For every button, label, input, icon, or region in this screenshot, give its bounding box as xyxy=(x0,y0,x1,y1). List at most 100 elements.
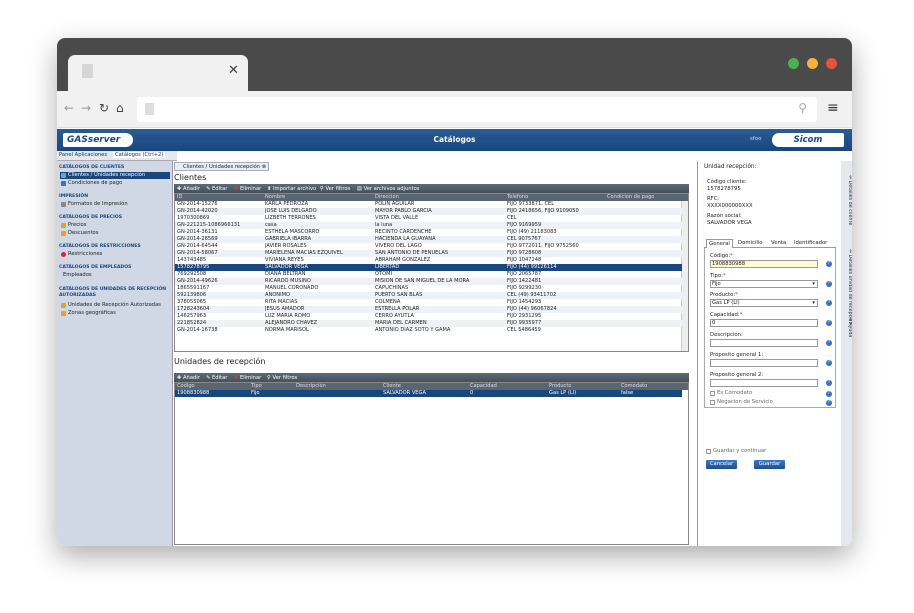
col-direccion[interactable]: Dirección xyxy=(375,194,399,201)
sidebar-item-clientes[interactable]: Clientes / Unidades recepción xyxy=(60,172,170,179)
sidebar-item-formatos[interactable]: Formatos de Impresión xyxy=(60,201,170,208)
clients-row[interactable]: 1728243604 JESUS AMADOR ESTRELLA POLAR FIJO… xyxy=(175,306,682,313)
forward-icon[interactable]: → xyxy=(81,101,91,115)
col-descripcion[interactable]: Descripción xyxy=(296,383,326,390)
reload-icon[interactable]: ↻ xyxy=(99,101,109,115)
col-id[interactable]: ID xyxy=(177,194,182,201)
clients-row[interactable]: 769292508 DIANA BELTRAN OTOMI FIJO 2065787 xyxy=(175,271,682,278)
clients-row[interactable]: 592139806 ANONIMO PUERTO SAN BLAS CEL (49) … xyxy=(175,292,682,299)
edit-button[interactable]: ✎ Editar xyxy=(206,186,227,192)
clients-row[interactable]: 143743485 VIVIANA REYES ABRAHAM GONZALEZ FI… xyxy=(175,257,682,264)
tab-ayuda[interactable]: ⇔ Ayuda xyxy=(844,317,852,337)
help-icon[interactable]: ? xyxy=(826,300,832,306)
col-producto[interactable]: Producto xyxy=(549,383,571,390)
add-unit-button[interactable]: ✚ Añadir xyxy=(177,375,200,381)
add-button[interactable]: ✚ Añadir xyxy=(177,186,200,192)
pg1-input[interactable] xyxy=(710,359,818,367)
sidebar-item-unidades[interactable]: Unidades de Recepción Autorizadas xyxy=(60,302,170,309)
clients-row[interactable]: GN-2014-15276 KARLA PEDROZA POLIN AGUILAR F… xyxy=(175,201,682,208)
clients-row[interactable]: 1970300869 LIZBETH TERRONES VISTA DEL VALL… xyxy=(175,215,682,222)
window-dot-yellow-icon[interactable] xyxy=(807,58,818,69)
tipo-select[interactable]: Fijo ▾ xyxy=(710,280,818,288)
browser-tab[interactable]: ✕ xyxy=(68,55,248,91)
clients-row[interactable]: 146257963 LUZ MARIA ROMO CERRO AYUTLA FIJO … xyxy=(175,313,682,320)
col-condicion[interactable]: Condición de pago xyxy=(607,194,654,201)
help-icon[interactable]: ? xyxy=(826,391,832,397)
clients-header: ID Nombre Dirección Teléfono Condición d… xyxy=(175,194,688,201)
cancel-button[interactable]: Cancelar xyxy=(706,460,737,469)
capacidad-input[interactable]: 0 xyxy=(710,319,818,327)
clients-row[interactable]: 378055065 RITA MACIAS COLMENA FIJO 1454293 xyxy=(175,299,682,306)
units-row[interactable]: 1908830988 Fijo SALVADOR VEGA 0 Gas LP (LI) f… xyxy=(175,390,682,397)
clients-row[interactable]: GN-2014-16738 NORMA MARISOL ANTONIO DIAZ S… xyxy=(175,327,682,334)
col-tipo[interactable]: Tipo xyxy=(251,383,262,390)
guardar-continuar-checkbox[interactable] xyxy=(706,449,711,454)
col-telefono[interactable]: Teléfono xyxy=(507,194,528,201)
close-tab-icon[interactable]: ✕ xyxy=(228,63,239,78)
tab-domicilio[interactable]: Domicilio xyxy=(736,239,765,248)
help-icon[interactable]: ? xyxy=(826,380,832,386)
edit-unit-button[interactable]: ✎ Editar xyxy=(206,375,227,381)
descripcion-input[interactable] xyxy=(710,339,818,347)
tab-catalogos[interactable]: Catálogos (Ctrl+2) xyxy=(113,152,166,158)
delete-unit-button[interactable]: ✖ Eliminar xyxy=(234,375,261,381)
sidebar-item-descuentos[interactable]: Descuentos xyxy=(60,230,170,237)
menu-icon[interactable]: ≡ xyxy=(827,100,839,116)
tab-detalles-cliente[interactable]: ⇔ Detalles de cliente xyxy=(844,175,852,225)
user-menu[interactable]: sfoo xyxy=(750,136,762,142)
clients-row[interactable]: 1865591167 MANUEL CORONADO CAPUCHINAS FIJO … xyxy=(175,285,682,292)
tab-venta[interactable]: Venta xyxy=(769,239,788,248)
save-button[interactable]: Guardar xyxy=(754,460,785,469)
clients-row[interactable]: 1578278795 SALVADOR VEGA LIBERTAD FIJO (44)… xyxy=(175,264,682,271)
clients-row[interactable]: GN-2014-58067 MARIELENA MACIAS EZQUIVEL SA… xyxy=(175,250,682,257)
clients-row[interactable]: GN-2014-49626 RICARDO MUSIÑO MISION DE SAN… xyxy=(175,278,682,285)
scrollbar[interactable] xyxy=(681,201,688,351)
import-button[interactable]: ⬆ Importar archivo xyxy=(267,186,316,192)
help-icon[interactable]: ? xyxy=(826,400,832,406)
clients-row[interactable]: 221852824 ALEJANDRO CHAVEZ MARIA DEL CARME… xyxy=(175,320,682,327)
clients-row[interactable]: GN-2014-26569 GABRIELA IBARRA HACIENDA LA … xyxy=(175,236,682,243)
sidebar-item-empleados[interactable]: Empleados xyxy=(60,272,170,279)
col-codigo[interactable]: Código xyxy=(177,383,195,390)
producto-select[interactable]: Gas LP (LI) ▾ xyxy=(710,299,818,307)
sidebar-item-zonas[interactable]: Zonas geográficas xyxy=(60,310,170,317)
help-icon[interactable]: ? xyxy=(826,340,832,346)
tab-clientes-unidades[interactable]: Clientes / Unidades recepción ⊗ xyxy=(174,162,269,171)
col-cliente[interactable]: Cliente xyxy=(383,383,401,390)
filters-button[interactable]: ⚲ Ver filtros xyxy=(320,186,350,192)
clients-row[interactable]: GN-221215-1086966131 casa la luna FIJO 9169… xyxy=(175,222,682,229)
sidebar-item-precios[interactable]: Precios xyxy=(60,222,170,229)
clients-row[interactable]: GN-2014-42020 JOSE LUIS DELGADO MAYOR PABL… xyxy=(175,208,682,215)
col-capacidad[interactable]: Capacidad xyxy=(470,383,497,390)
col-nombre[interactable]: Nombre xyxy=(265,194,285,201)
home-icon[interactable]: ⌂ xyxy=(116,101,124,115)
address-bar[interactable]: ⚲ xyxy=(137,97,817,122)
codigo-input[interactable]: 1908830988 xyxy=(710,260,818,268)
filters-unit-button[interactable]: ⚲ Ver filtros xyxy=(267,375,297,381)
pg2-input[interactable] xyxy=(710,379,818,387)
sidebar-item-restricciones[interactable]: Restricciones xyxy=(60,251,170,258)
tab-panel-aplicaciones[interactable]: Panel Aplicaciones xyxy=(57,152,109,158)
help-icon[interactable]: ? xyxy=(826,281,832,287)
tab-general[interactable]: General xyxy=(706,239,733,248)
clients-row[interactable]: GN-2014-36131 ESTHELA MASCORRO RECINTO CAR… xyxy=(175,229,682,236)
search-icon[interactable]: ⚲ xyxy=(798,101,807,115)
tab-detalles-unidad[interactable]: ⇔ Detalles unidad de recepción xyxy=(844,249,852,325)
printer-icon xyxy=(61,202,66,207)
comodato-checkbox[interactable] xyxy=(710,391,715,396)
tab-identificador[interactable]: Identificador xyxy=(792,239,829,248)
window-dot-green-icon[interactable] xyxy=(788,58,799,69)
back-icon[interactable]: ← xyxy=(64,101,74,115)
help-icon[interactable]: ? xyxy=(826,320,832,326)
clients-row[interactable]: GN-2014-64544 JAVIER ROSALES VIVERO DEL LA… xyxy=(175,243,682,250)
col-comodato[interactable]: Comodato xyxy=(621,383,647,390)
negacion-checkbox[interactable] xyxy=(710,400,715,405)
clients-cell: GN-2014-49626 xyxy=(177,278,218,284)
window-dot-red-icon[interactable] xyxy=(826,58,837,69)
sidebar-item-condiciones[interactable]: Condiciones de pago xyxy=(60,180,170,187)
attachments-button[interactable]: ▤ Ver archivos adjuntos xyxy=(357,186,419,192)
help-icon[interactable]: ? xyxy=(826,261,832,267)
delete-button[interactable]: ✖ Eliminar xyxy=(234,186,261,192)
help-icon[interactable]: ? xyxy=(826,360,832,366)
tipo-label: Tipo:* xyxy=(710,273,726,279)
